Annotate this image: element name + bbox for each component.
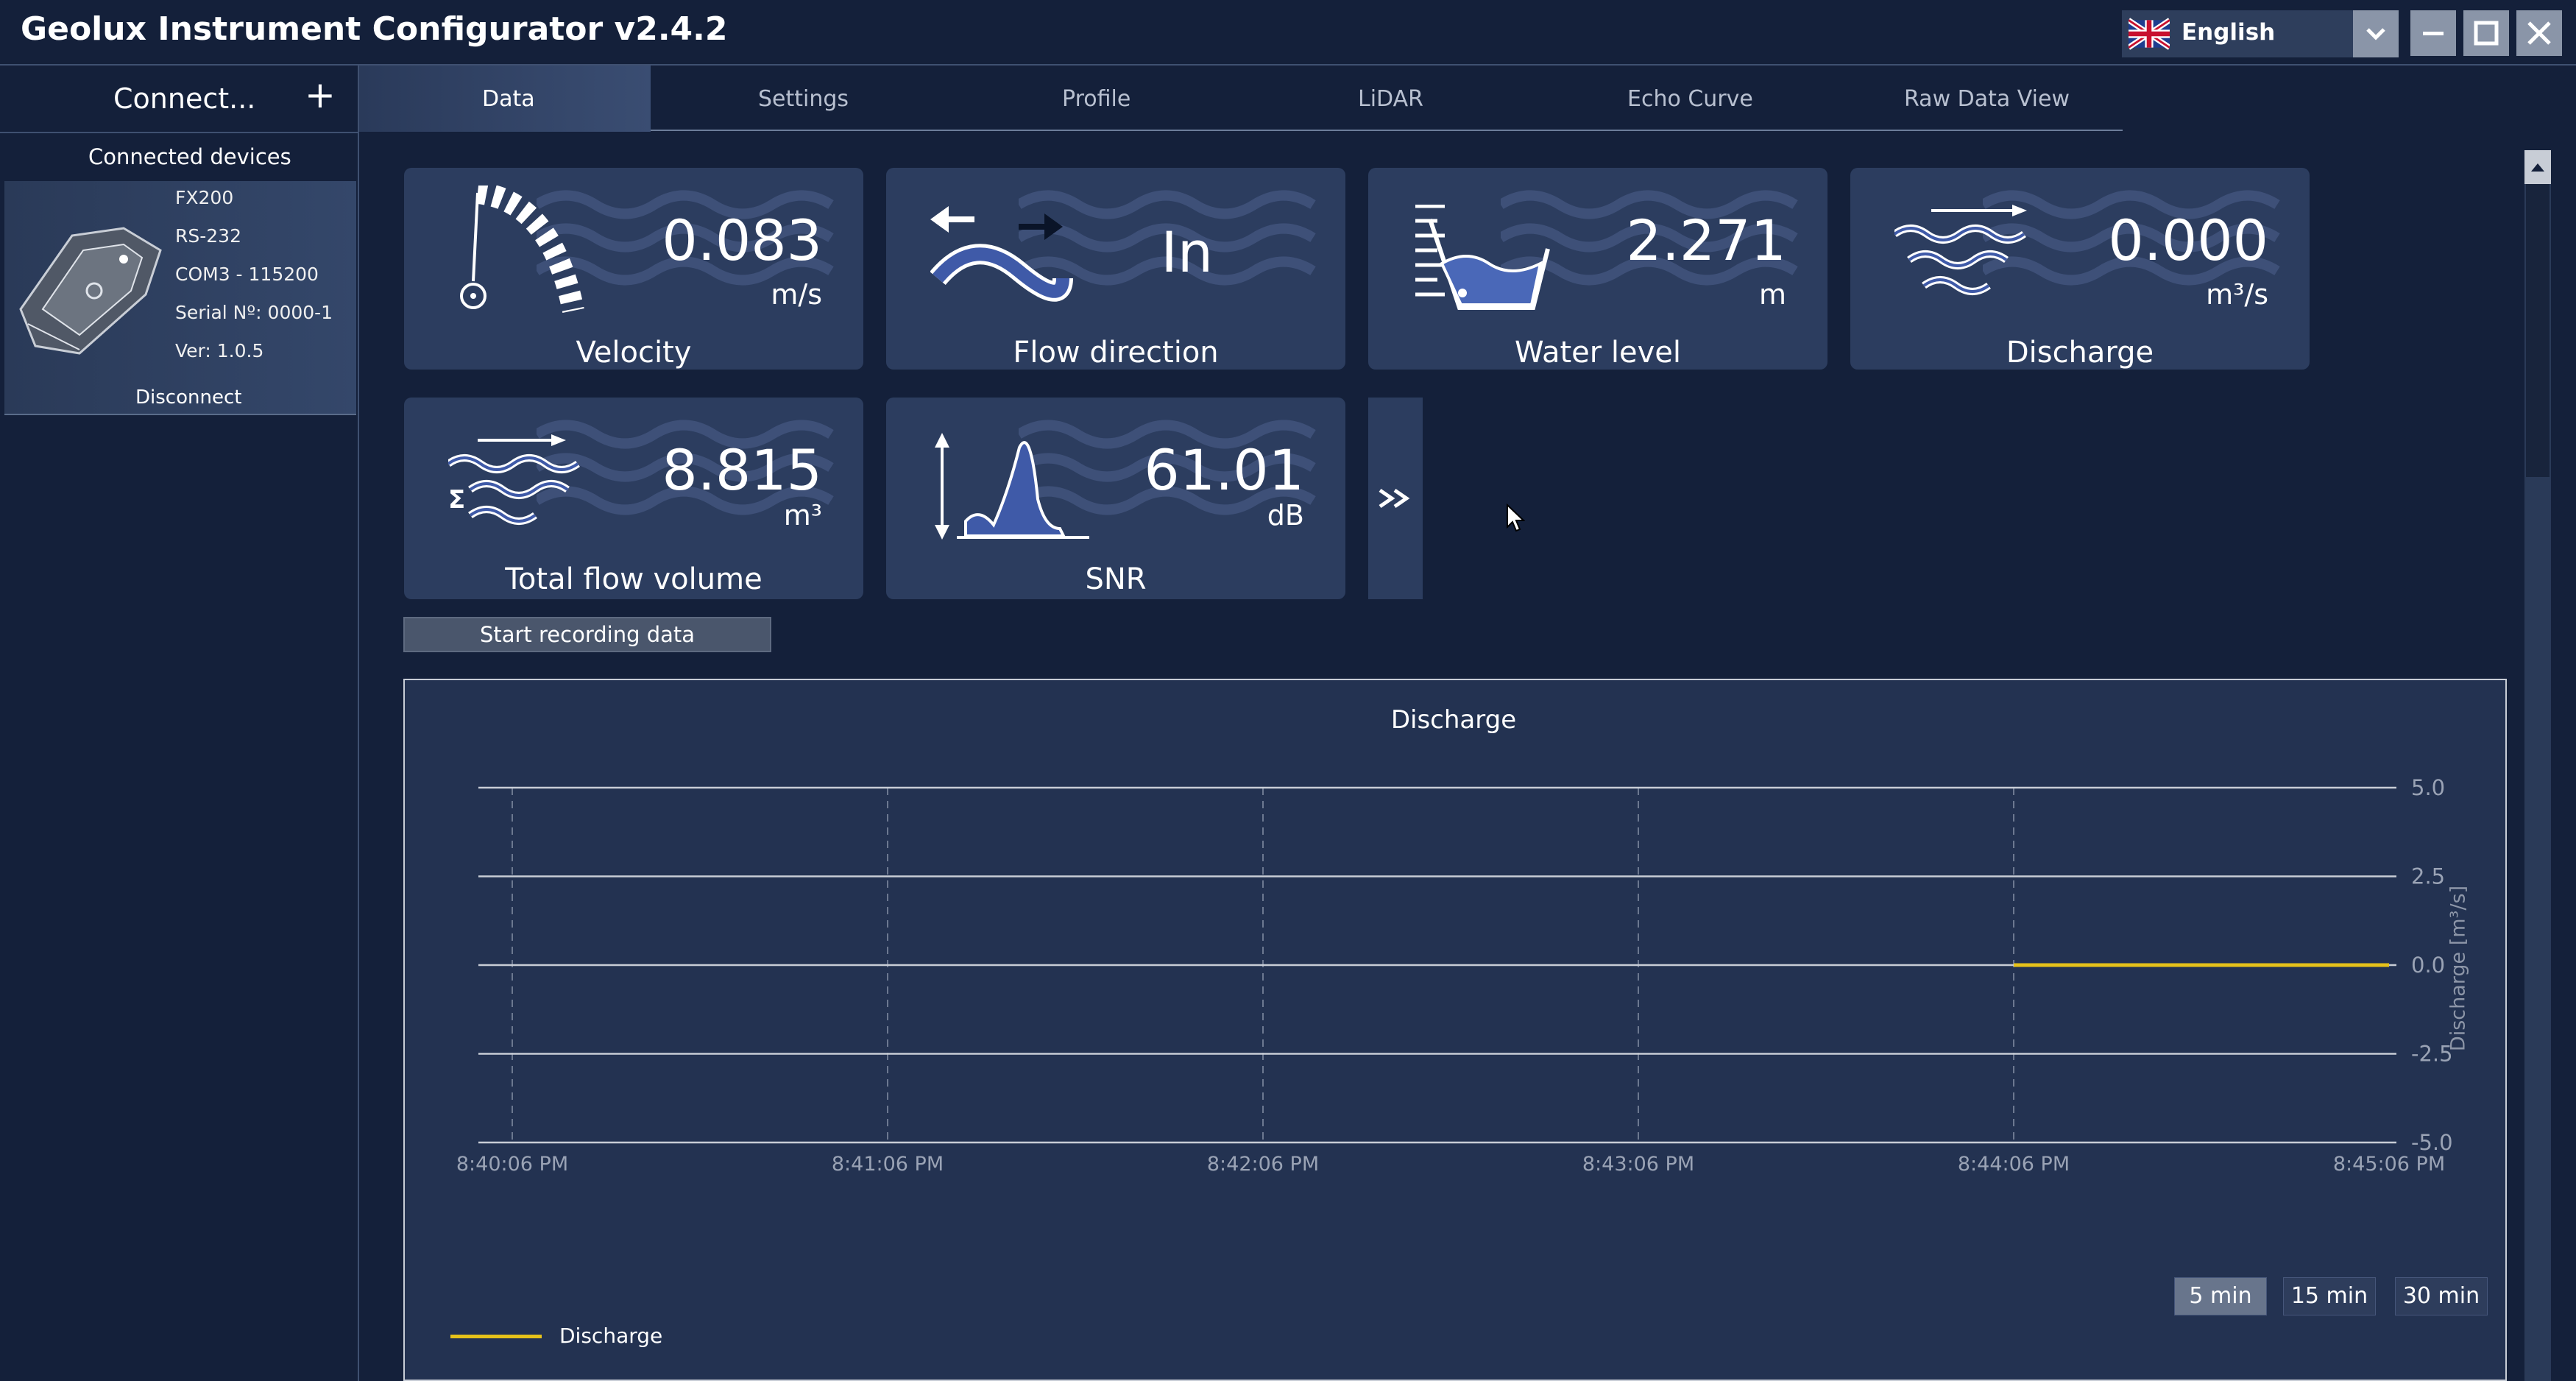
connect-button[interactable]: Connect... <box>113 82 255 115</box>
device-port: COM3 - 115200 <box>175 264 319 285</box>
more-tiles-button[interactable] <box>1368 398 1423 599</box>
x-tick-label: 8:45:06 PM <box>2333 1153 2445 1176</box>
device-serial: Serial Nº: 0000-1 <box>175 302 333 323</box>
maximize-button[interactable] <box>2463 10 2509 56</box>
x-tick-label: 8:40:06 PM <box>456 1153 568 1176</box>
close-button[interactable] <box>2516 10 2562 56</box>
flow-direction-value: In <box>1161 219 1213 285</box>
water-level-value: 2.271 <box>1626 208 1786 273</box>
snr-unit: dB <box>1267 499 1304 531</box>
y-tick-label: -5.0 <box>2411 1130 2453 1155</box>
flow-direction-icon <box>930 206 1073 302</box>
device-interface: RS-232 <box>175 225 241 247</box>
water-level-label: Water level <box>1514 336 1682 370</box>
tab-profile[interactable]: Profile <box>1062 86 1130 112</box>
chevron-up-icon <box>2531 163 2544 172</box>
close-icon <box>2527 21 2551 45</box>
scrollbar-thumb[interactable] <box>2526 184 2550 477</box>
uk-flag-icon <box>2129 18 2170 50</box>
chart-y-label-wrap: Discharge [m³/s] <box>2438 880 2479 1057</box>
flow-direction-tile: In Flow direction <box>886 168 1345 370</box>
velocity-gauge-icon <box>460 186 584 313</box>
discharge-tile: 0.000 m³/s Discharge <box>1850 168 2310 370</box>
velocity-unit: m/s <box>771 278 822 311</box>
device-version: Ver: 1.0.5 <box>175 340 264 361</box>
snr-tile: 61.01 dB SNR <box>886 398 1345 599</box>
maximize-icon <box>2474 21 2499 46</box>
tab-lidar[interactable]: LiDAR <box>1358 86 1423 112</box>
snr-label: SNR <box>1085 562 1147 596</box>
start-recording-button[interactable]: Start recording data <box>403 617 771 652</box>
range-5-min-button[interactable]: 5 min <box>2174 1277 2267 1315</box>
tab-settings[interactable]: Settings <box>758 86 849 112</box>
legend-swatch <box>450 1335 542 1338</box>
discharge-unit: m³/s <box>2206 278 2268 311</box>
total-flow-value: 8.815 <box>662 437 822 503</box>
tab-underline <box>651 130 2123 131</box>
chevron-down-icon[interactable] <box>2353 10 2399 57</box>
tab-echo-curve[interactable]: Echo Curve <box>1627 86 1753 112</box>
water-level-icon <box>1415 205 1550 310</box>
snr-icon <box>935 433 1089 540</box>
discharge-icon <box>1894 205 2027 295</box>
water-level-unit: m <box>1758 278 1786 311</box>
total-flow-unit: m³ <box>783 499 822 531</box>
velocity-tile: 0.083 m/s Velocity <box>404 168 863 370</box>
minimize-icon <box>2423 32 2444 35</box>
svg-text:Σ: Σ <box>448 485 465 515</box>
x-tick-label: 8:42:06 PM <box>1207 1153 1319 1176</box>
discharge-label: Discharge <box>2006 336 2154 370</box>
x-tick-label: 8:41:06 PM <box>832 1153 944 1176</box>
legend-label: Discharge <box>559 1324 663 1348</box>
mouse-cursor-icon <box>1507 504 1525 532</box>
range-30-min-button[interactable]: 30 min <box>2395 1277 2488 1315</box>
tab-raw-data-view[interactable]: Raw Data View <box>1904 86 2070 112</box>
snr-value: 61.01 <box>1144 437 1304 503</box>
velocity-value: 0.083 <box>662 208 822 273</box>
app-title: Geolux Instrument Configurator v2.4.2 <box>21 10 728 48</box>
x-tick-label: 8:43:06 PM <box>1582 1153 1694 1176</box>
tab-data[interactable]: Data <box>482 86 535 112</box>
total-flow-icon: Σ <box>448 434 580 525</box>
discharge-chart: 5.02.50.0-2.5-5.08:40:06 PM 8:41:06 PM 8:4… <box>456 775 2453 1176</box>
flow-direction-label: Flow direction <box>1013 336 1219 370</box>
total-flow-label: Total flow volume <box>505 562 762 596</box>
scroll-up-button[interactable] <box>2524 150 2551 184</box>
y-tick-label: 5.0 <box>2411 775 2445 800</box>
total-flow-tile: Σ 8.815 m³ Total flow volume <box>404 398 863 599</box>
device-model: FX200 <box>175 187 234 208</box>
x-tick-label: 8:44:06 PM <box>1958 1153 2070 1176</box>
connected-devices-title: Connected devices <box>88 144 291 169</box>
chart-title: Discharge <box>1390 705 1517 735</box>
velocity-label: Velocity <box>576 336 692 370</box>
add-connection-icon[interactable]: + <box>305 77 336 113</box>
minimize-button[interactable] <box>2410 10 2456 56</box>
double-chevron-right-icon <box>1379 488 1410 509</box>
chart-y-axis-label: Discharge [m³/s] <box>2446 885 2470 1052</box>
device-image <box>19 227 162 355</box>
range-15-min-button[interactable]: 15 min <box>2283 1277 2376 1315</box>
language-label: English <box>2182 19 2276 46</box>
water-level-tile: 2.271 m Water level <box>1368 168 1827 370</box>
discharge-value: 0.000 <box>2108 208 2268 273</box>
disconnect-button[interactable]: Disconnect <box>135 386 241 409</box>
